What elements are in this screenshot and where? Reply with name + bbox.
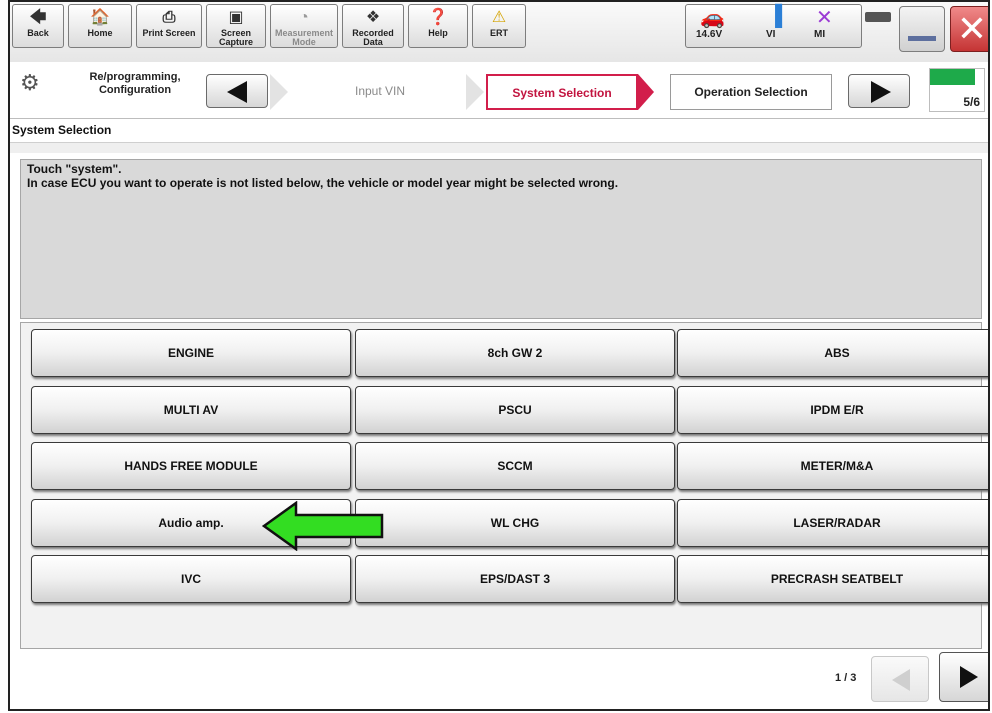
screen-capture-button[interactable]: ▣ Screen Capture — [206, 4, 266, 48]
recorded-data-button[interactable]: ❖ Recorded Data — [342, 4, 404, 48]
step-forward-button[interactable] — [848, 74, 910, 108]
highlight-arrow-icon — [262, 501, 384, 551]
home-icon: 🏠 — [90, 9, 110, 26]
camera-icon: ▣ — [228, 9, 244, 26]
step-progress: 5/6 — [929, 68, 985, 112]
system-button[interactable]: PRECRASH SEATBELT — [677, 555, 988, 603]
system-button[interactable]: 8ch GW 2 — [355, 329, 675, 377]
instruction-message: Touch "system". In case ECU you want to … — [20, 159, 982, 319]
step-input-vin: Input VIN — [354, 84, 406, 98]
step-separator — [466, 74, 484, 110]
back-button[interactable]: 🡄 Back — [12, 4, 64, 48]
recorded-data-icon: ❖ — [365, 9, 381, 26]
system-button[interactable]: METER/M&A — [677, 442, 988, 490]
print-screen-button[interactable]: ⎙ Print Screen — [136, 4, 202, 48]
left-arrow-icon — [892, 669, 910, 691]
system-grid: ENGINE 8ch GW 2 ABS MULTI AV PSCU IPDM E/R HAN… — [20, 322, 988, 649]
system-button[interactable]: IVC — [31, 555, 351, 603]
left-arrow-icon — [227, 81, 247, 103]
next-page-button[interactable] — [939, 652, 988, 702]
system-button[interactable]: LASER/RADAR — [677, 499, 988, 547]
car-icon: 🚗 — [700, 7, 725, 29]
vi-label: VI — [766, 29, 776, 40]
prev-page-button[interactable] — [871, 656, 929, 702]
system-button[interactable]: PSCU — [355, 386, 675, 434]
meter-icon: ◔ — [299, 9, 309, 26]
warning-icon: ⚠ — [491, 9, 507, 26]
right-arrow-icon — [871, 81, 891, 103]
page-indicator: 1 / 3 — [835, 672, 857, 684]
status-panel: 🚗 14.6V ▐ VI ✕ MI — [685, 4, 862, 48]
step-separator — [270, 74, 288, 110]
page-title: System Selection — [12, 123, 112, 137]
step-current-arrow — [638, 74, 654, 110]
ert-button[interactable]: ⚠ ERT — [472, 4, 526, 48]
mi-label: MI — [814, 29, 826, 40]
system-button[interactable]: WL CHG — [355, 499, 675, 547]
step-back-button[interactable] — [206, 74, 268, 108]
battery-icon — [865, 12, 891, 22]
right-arrow-icon — [960, 666, 978, 688]
reprogramming-icon: ⚙ — [20, 70, 40, 95]
signal-icon: ▐ — [768, 5, 783, 27]
system-button[interactable]: ABS — [677, 329, 988, 377]
system-button[interactable]: ENGINE — [31, 329, 351, 377]
mi-cross-icon: ✕ — [816, 7, 833, 29]
step-bar: ⚙ Re/programming, Configuration Input VI… — [10, 62, 988, 119]
back-arrow-icon: 🡄 — [29, 9, 47, 26]
divider — [10, 142, 988, 153]
help-button[interactable]: ❓ Help — [408, 4, 468, 48]
printer-icon: ⎙ — [162, 9, 176, 26]
close-button[interactable]: ✕ — [950, 6, 988, 52]
system-button[interactable]: MULTI AV — [31, 386, 351, 434]
progress-fill — [930, 69, 975, 85]
step-operation-selection: Operation Selection — [670, 74, 832, 110]
system-button[interactable]: HANDS FREE MODULE — [31, 442, 351, 490]
help-icon: ❓ — [428, 9, 448, 26]
toolbar: 🡄 Back 🏠 Home ⎙ Print Screen ▣ Screen Ca… — [10, 2, 988, 63]
battery-voltage: 14.6V — [696, 29, 723, 40]
measurement-mode-button[interactable]: ◔ Measurement Mode — [270, 4, 338, 48]
system-button[interactable]: SCCM — [355, 442, 675, 490]
system-button[interactable]: IPDM E/R — [677, 386, 988, 434]
consult-window: 🡄 Back 🏠 Home ⎙ Print Screen ▣ Screen Ca… — [8, 0, 990, 711]
minimize-button[interactable] — [899, 6, 945, 52]
home-button[interactable]: 🏠 Home — [68, 4, 132, 48]
mode-label: Re/programming, Configuration — [89, 71, 181, 96]
step-system-selection: System Selection — [486, 74, 638, 110]
pagination-bar: 1 / 3 — [20, 652, 988, 709]
system-button[interactable]: EPS/DAST 3 — [355, 555, 675, 603]
